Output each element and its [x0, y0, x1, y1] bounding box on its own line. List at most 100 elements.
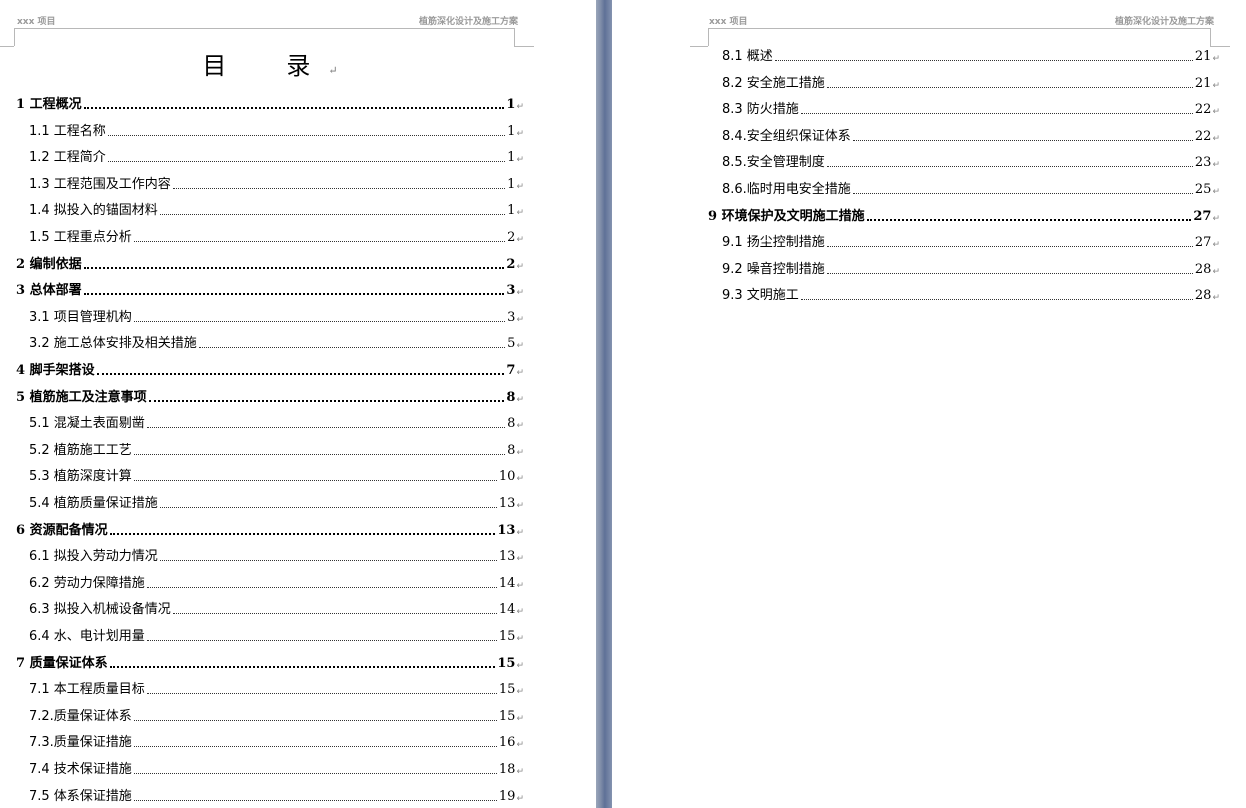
toc-dot-leader	[133, 320, 506, 322]
toc-dot-leader	[826, 86, 1193, 88]
toc-entry[interactable]: 8.5.安全管理制度 23 ↵	[722, 152, 1220, 170]
toc-entry[interactable]: 5.2 植筋施工工艺 8 ↵	[29, 440, 524, 458]
toc-entry[interactable]: 6.4 水、电计划用量 15 ↵	[29, 626, 524, 644]
toc-entry-label: 1 工程概况	[16, 97, 82, 112]
paragraph-mark: ↵	[516, 394, 524, 405]
toc-entry-label: 7.5 体系保证措施	[29, 788, 132, 804]
toc-entry-label: 7.1 本工程质量目标	[29, 682, 145, 698]
toc-entry[interactable]: 7.4 技术保证措施 18 ↵	[29, 759, 524, 777]
toc-page-number: 3	[507, 309, 516, 325]
paragraph-mark: ↵	[1212, 107, 1220, 118]
toc-entry[interactable]: 9 环境保护及文明施工措施 27 ↵	[708, 206, 1220, 224]
toc-entry-label: 1.3 工程范围及工作内容	[29, 176, 171, 192]
toc-entry[interactable]: 9.3 文明施工 28 ↵	[722, 285, 1220, 303]
toc-page-number: 1	[507, 176, 516, 192]
paragraph-mark: ↵	[516, 580, 524, 591]
toc-entry[interactable]: 6 资源配备情况 13 ↵	[16, 520, 524, 538]
toc-entry[interactable]: 5.4 植筋质量保证措施 13 ↵	[29, 493, 524, 511]
toc-entry-label: 3 总体部署	[16, 283, 82, 299]
toc-entry[interactable]: 5 植筋施工及注意事项 8 ↵	[16, 387, 524, 405]
toc-entry[interactable]: 7.3.质量保证措施 16 ↵	[29, 732, 524, 750]
toc-entry[interactable]: 6.1 拟投入劳动力情况 13 ↵	[29, 546, 524, 564]
paragraph-mark: ↵	[516, 767, 524, 777]
toc-dot-leader	[826, 166, 1193, 168]
toc-entry[interactable]: 1.5 工程重点分析 2 ↵	[29, 227, 524, 245]
toc-page-number: 21	[1194, 49, 1212, 64]
toc-page-number: 3	[506, 283, 516, 299]
toc-entry-label: 8.2 安全施工措施	[722, 75, 825, 91]
paragraph-mark: ↵	[1212, 133, 1220, 144]
toc-entry[interactable]: 1.1 工程名称 1 ↵	[29, 121, 524, 139]
toc-entry-label: 6.2 劳动力保障措施	[29, 575, 145, 591]
paragraph-mark: ↵	[516, 181, 524, 192]
toc-entry[interactable]: 6.2 劳动力保障措施 14 ↵	[29, 573, 524, 591]
toc-page-number: 7	[506, 363, 516, 378]
toc-entry-label: 6.1 拟投入劳动力情况	[29, 549, 158, 565]
toc-dot-leader	[852, 139, 1193, 141]
toc-entry[interactable]: 1.3 工程范围及工作内容 1 ↵	[29, 174, 524, 192]
toc-entry[interactable]: 1.4 拟投入的锚固材料 1 ↵	[29, 200, 524, 218]
toc-title: 目 录↵	[202, 52, 338, 80]
header-document-title: 植筋深化设计及施工方案	[418, 17, 518, 27]
toc-entry-label: 1.4 拟投入的锚固材料	[29, 203, 158, 219]
paragraph-mark: ↵	[516, 501, 524, 511]
paragraph-mark: ↵	[516, 447, 524, 458]
toc-dot-leader	[826, 246, 1193, 248]
toc-entry[interactable]: 7 质量保证体系 15 ↵	[16, 653, 524, 671]
toc-entry-label: 9 环境保护及文明施工措施	[708, 208, 865, 224]
toc-entry[interactable]: 4 脚手架搭设 7 ↵	[16, 360, 524, 378]
toc-dot-leader	[172, 613, 497, 615]
toc-entry[interactable]: 5.3 植筋深度计算 10 ↵	[29, 466, 524, 484]
toc-entry[interactable]: 8.6.临时用电安全措施 25 ↵	[722, 179, 1220, 197]
toc-dot-leader	[133, 799, 497, 801]
toc-dot-leader	[159, 214, 506, 216]
header-document-title: 植筋深化设计及施工方案	[1114, 17, 1214, 27]
header-project-name: xxx 项目	[17, 17, 56, 27]
toc-page-number: 1	[507, 203, 516, 219]
toc-entry[interactable]: 2 编制依据 2 ↵	[16, 254, 524, 272]
paragraph-mark: ↵	[516, 155, 524, 166]
toc-dot-leader	[146, 640, 497, 641]
toc-entry[interactable]: 8.4.安全组织保证体系 22 ↵	[722, 126, 1220, 144]
paragraph-mark: ↵	[516, 341, 524, 352]
toc-entry[interactable]: 7.1 本工程质量目标 15 ↵	[29, 679, 524, 697]
toc-page-number: 2	[506, 256, 516, 272]
toc-entry-label: 7.2.质量保证体系	[29, 708, 132, 724]
toc-page-number: 27	[1193, 208, 1212, 224]
toc-entry[interactable]: 7.2.质量保证体系 15 ↵	[29, 706, 524, 724]
toc-entry[interactable]: 8.1 概述 21 ↵	[722, 46, 1220, 64]
toc-entry[interactable]: 9.2 噪音控制措施 28 ↵	[722, 259, 1220, 277]
paragraph-mark: ↵	[516, 474, 524, 485]
paragraph-mark: ↵	[1212, 266, 1220, 277]
toc-entry[interactable]: 1.2 工程简介 1 ↵	[29, 147, 524, 165]
toc-dot-leader	[83, 107, 505, 109]
toc-dot-leader	[172, 187, 506, 189]
toc-entry-label: 9.1 扬尘控制措施	[722, 235, 825, 251]
toc-entry[interactable]: 8.3 防火措施 22 ↵	[722, 99, 1220, 117]
toc-entry[interactable]: 9.1 扬尘控制措施 27 ↵	[722, 232, 1220, 250]
toc-dot-leader	[148, 399, 505, 402]
toc-entry[interactable]: 6.3 拟投入机械设备情况 14 ↵	[29, 599, 524, 617]
toc-page-number: 15	[498, 629, 516, 644]
toc-page-number: 15	[498, 682, 516, 698]
toc-page-number: 27	[1194, 235, 1212, 251]
toc-entry[interactable]: 3.2 施工总体安排及相关措施 5 ↵	[29, 333, 524, 351]
toc-page-number: 23	[1194, 155, 1212, 171]
header-project-name: xxx 项目	[709, 17, 748, 27]
toc-entry[interactable]: 7.5 体系保证措施 19 ↵	[29, 786, 524, 804]
toc-entry[interactable]: 5.1 混凝土表面剔凿 8 ↵	[29, 413, 524, 431]
toc-page-number: 1	[506, 97, 516, 112]
toc-dot-leader	[800, 113, 1193, 115]
toc-page-number: 13	[497, 522, 516, 538]
toc-entry-label: 1.1 工程名称	[29, 123, 106, 139]
paragraph-mark: ↵	[516, 421, 524, 432]
toc-dot-leader	[133, 241, 506, 242]
toc-entry[interactable]: 8.2 安全施工措施 21 ↵	[722, 73, 1220, 91]
toc-entry-label: 6.4 水、电计划用量	[29, 629, 145, 644]
toc-page-number: 8	[507, 416, 516, 432]
paragraph-mark: ↵	[516, 102, 524, 112]
toc-entry[interactable]: 1 工程概况 1 ↵	[16, 94, 524, 112]
toc-entry[interactable]: 3 总体部署 3 ↵	[16, 280, 524, 298]
toc-entry[interactable]: 3.1 项目管理机构 3 ↵	[29, 307, 524, 325]
toc-entry-label: 8.5.安全管理制度	[722, 155, 825, 171]
